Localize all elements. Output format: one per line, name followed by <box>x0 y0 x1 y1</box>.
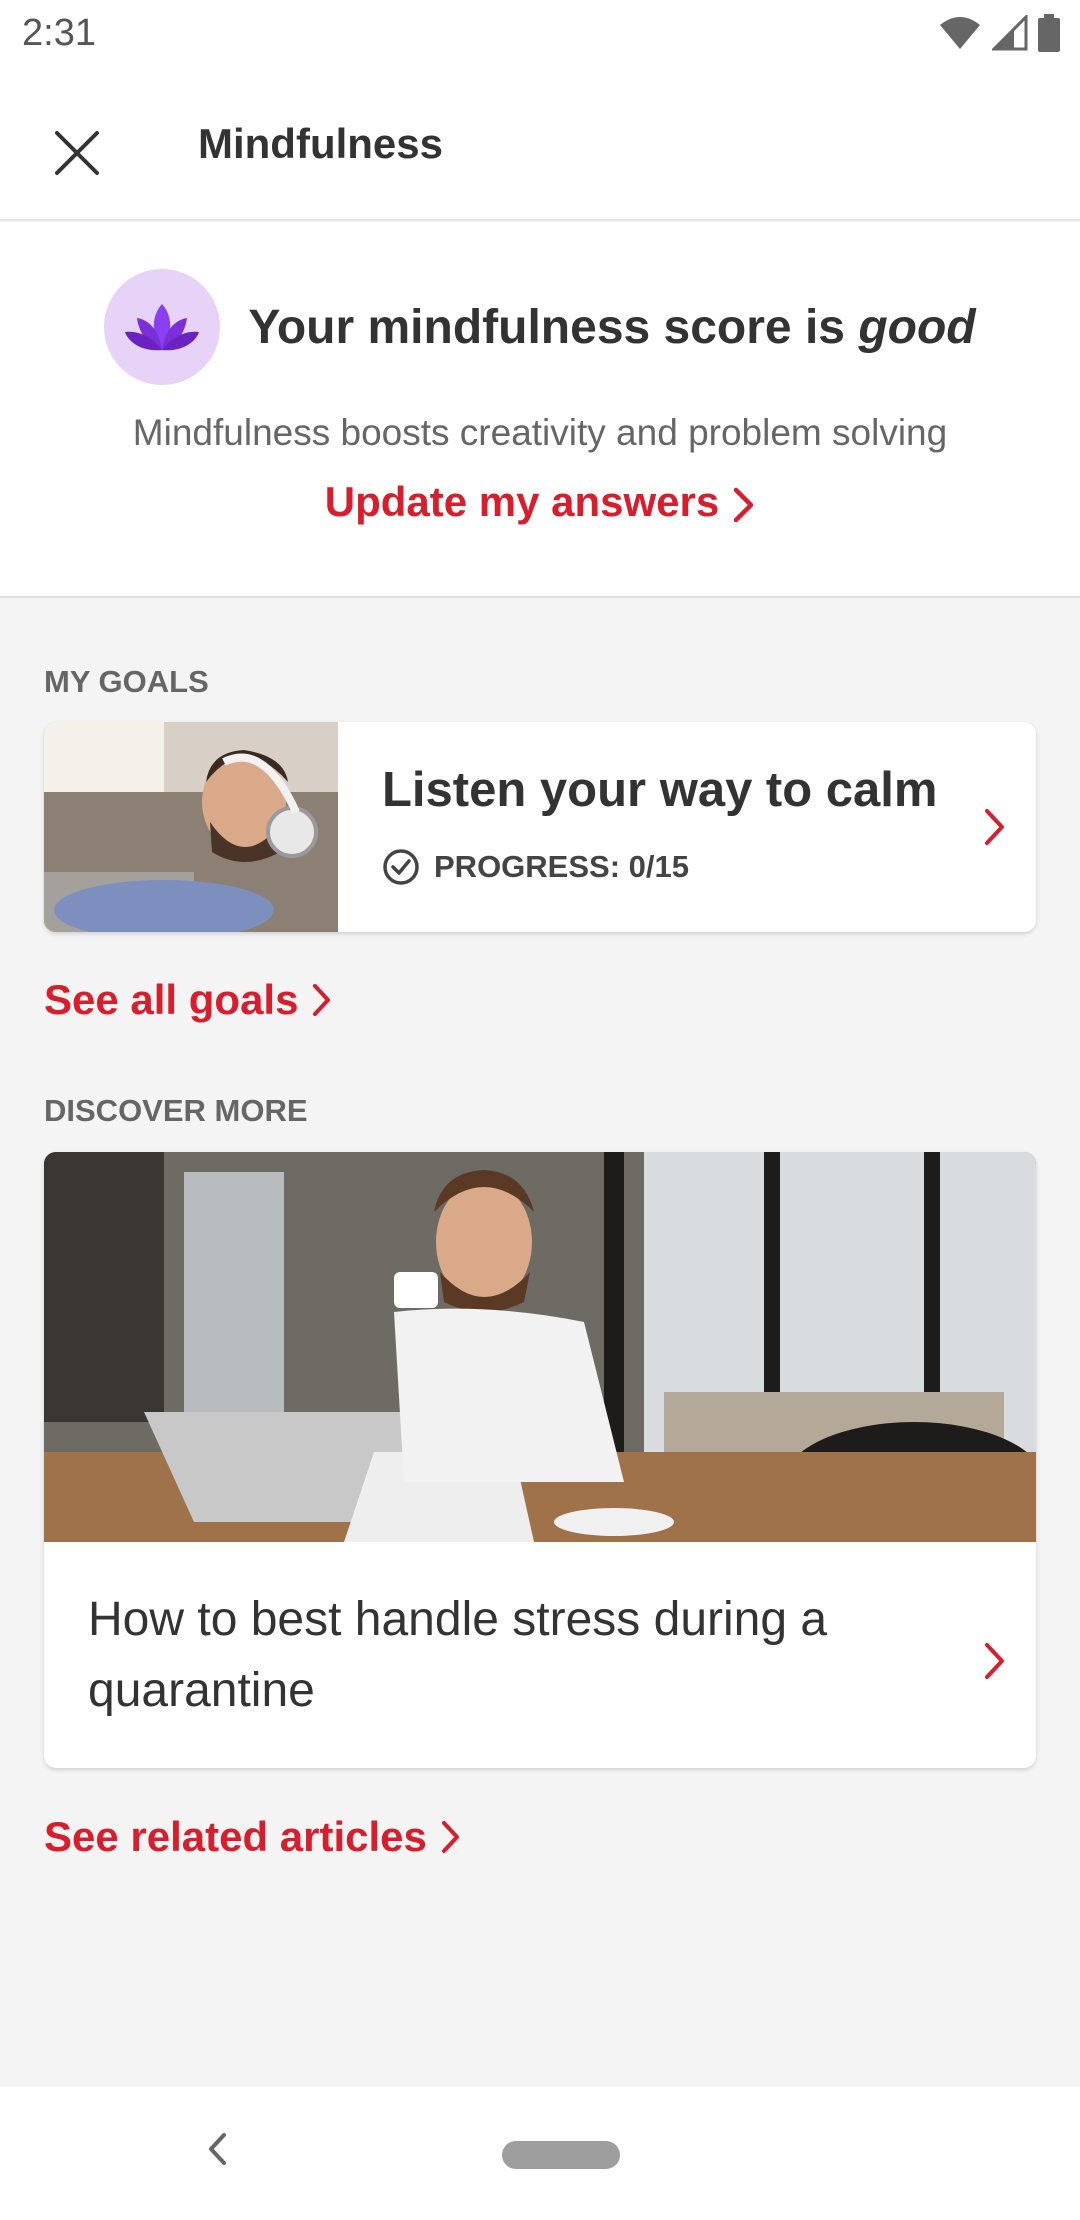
battery-icon <box>1038 14 1060 52</box>
score-header: Your mindfulness score is good <box>0 268 1080 386</box>
status-icons <box>938 14 1060 52</box>
my-goals-label: MY GOALS <box>44 664 209 699</box>
chevron-right-icon <box>313 984 331 1016</box>
home-pill[interactable] <box>502 2141 620 2169</box>
app-bar: Mindfulness <box>0 66 1080 221</box>
score-headline: Your mindfulness score is good <box>248 300 975 355</box>
goal-card[interactable]: Listen your way to calm PROGRESS: 0/15 <box>44 722 1036 932</box>
chevron-right-icon <box>734 487 754 523</box>
update-answers-label: Update my answers <box>324 478 720 525</box>
article-card[interactable]: How to best handle stress during a quara… <box>44 1152 1036 1768</box>
score-rating: good <box>858 300 976 354</box>
goal-image <box>44 722 338 932</box>
system-nav-bar <box>0 2087 1080 2220</box>
back-icon[interactable] <box>206 2131 228 2167</box>
score-headline-prefix: Your mindfulness score is <box>248 300 859 354</box>
discover-more-label: DISCOVER MORE <box>44 1093 308 1128</box>
article-title: How to best handle stress during a quara… <box>88 1593 828 1717</box>
see-all-goals-label: See all goals <box>44 976 299 1023</box>
page-title: Mindfulness <box>198 120 444 167</box>
close-icon <box>55 131 99 175</box>
goal-progress: PROGRESS: 0/15 <box>382 848 689 886</box>
chevron-right-icon <box>985 809 1004 845</box>
cell-signal-icon <box>992 15 1028 51</box>
lotus-icon <box>125 304 200 351</box>
wifi-icon <box>940 17 980 49</box>
see-all-goals-link[interactable]: See all goals <box>44 976 332 1024</box>
chevron-right-icon <box>441 1821 459 1853</box>
update-answers-link[interactable]: Update my answers <box>0 478 1080 526</box>
chevron-right-icon <box>985 1643 1004 1679</box>
lotus-badge <box>104 269 221 385</box>
goal-progress-label: PROGRESS: 0/15 <box>434 849 689 884</box>
score-subtitle: Mindfulness boosts creativity and proble… <box>132 412 948 453</box>
see-related-articles-link[interactable]: See related articles <box>44 1813 461 1861</box>
score-section: Your mindfulness score is good Mindfulne… <box>0 222 1080 598</box>
close-button[interactable] <box>40 116 114 190</box>
check-circle-icon <box>383 849 419 885</box>
goal-title: Listen your way to calm <box>382 763 938 817</box>
article-image <box>44 1152 1036 1542</box>
status-time: 2:31 <box>22 12 96 54</box>
status-bar: 2:31 <box>0 0 1080 66</box>
see-related-articles-label: See related articles <box>44 1813 427 1860</box>
